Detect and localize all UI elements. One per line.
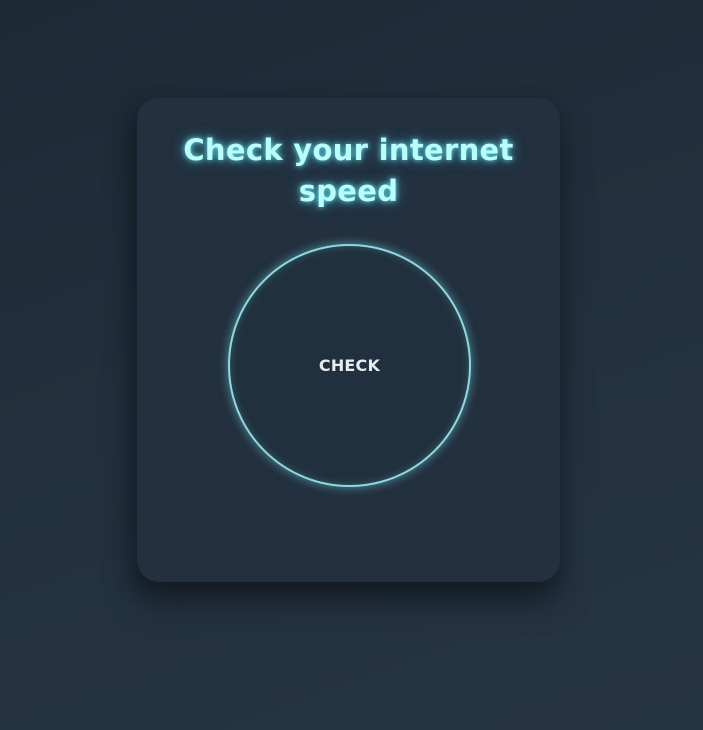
page-title: Check your internet speed — [183, 133, 514, 208]
check-button-label: CHECK — [318, 356, 381, 375]
speed-test-card: Check your internet speed CHECK — [137, 98, 560, 582]
check-speed-button[interactable]: CHECK — [228, 244, 471, 487]
